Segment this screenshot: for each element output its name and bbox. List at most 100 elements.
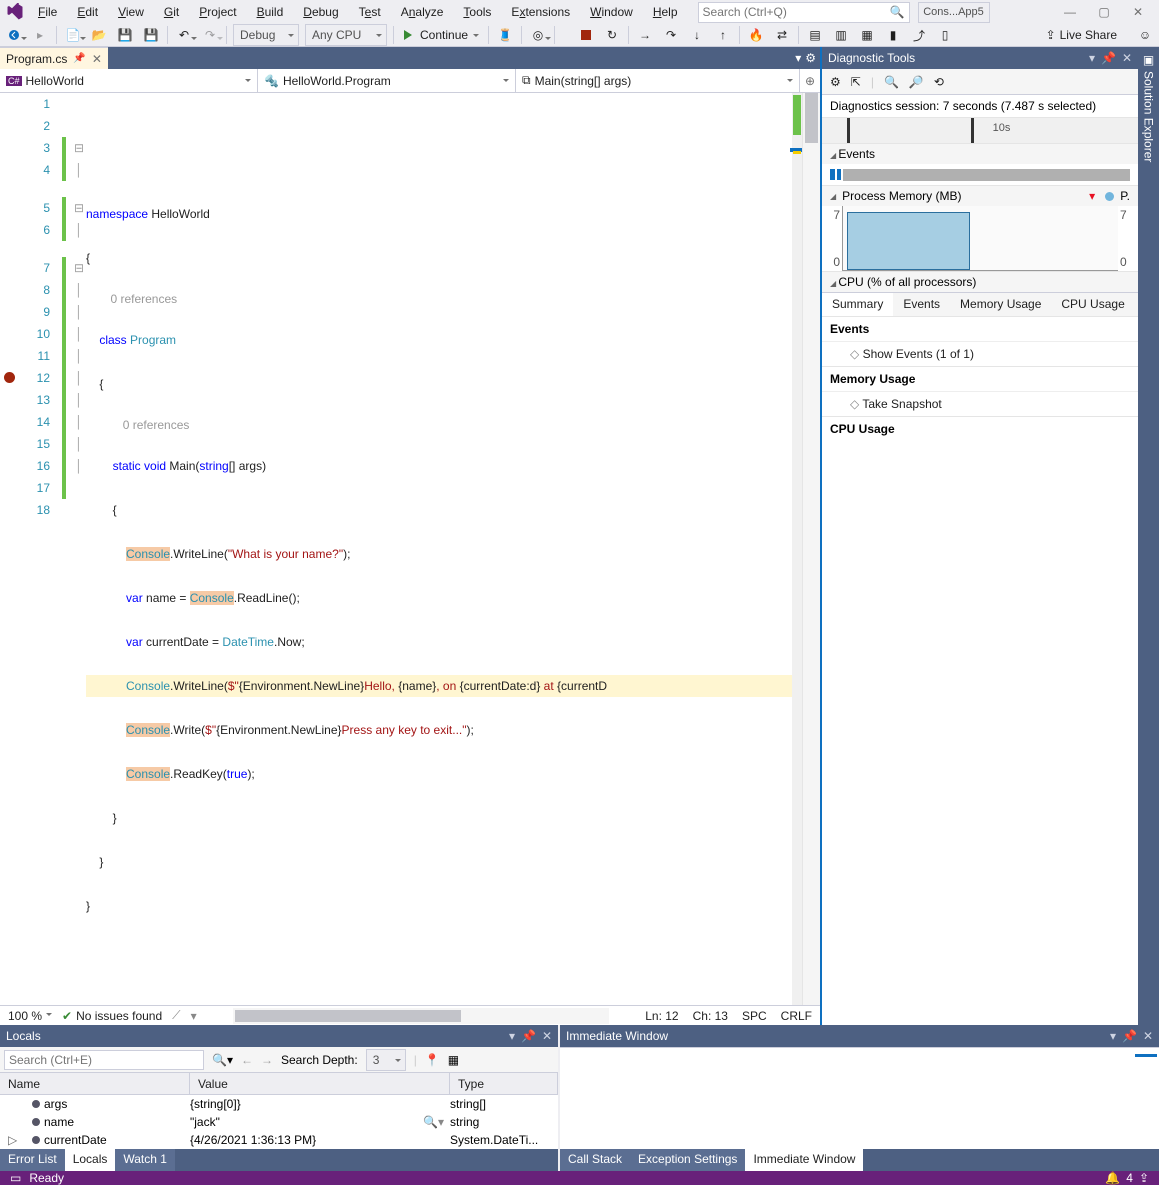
col-name[interactable]: Name (0, 1073, 190, 1094)
menu-project[interactable]: Project (191, 1, 244, 23)
solution-name-button[interactable]: Cons...App5 (918, 2, 990, 23)
outlining-margin[interactable]: ⊟│⊟│⊟│││││││││ (72, 93, 86, 1005)
locals-row[interactable]: args{string[0]}string[] (0, 1095, 558, 1113)
split-editor-button[interactable]: ⊕ (800, 69, 820, 92)
editor-hscrollbar[interactable] (233, 1008, 610, 1024)
search-box[interactable]: 🔍 (698, 2, 910, 23)
publish-icon[interactable]: ⇪ (1139, 1171, 1149, 1185)
tab-exception-settings[interactable]: Exception Settings (630, 1149, 745, 1171)
config-combo[interactable]: Debug (233, 24, 299, 46)
close-tab-icon[interactable]: ✕ (92, 52, 102, 66)
tab-immediate-window[interactable]: Immediate Window (745, 1149, 863, 1171)
code-editor[interactable]: 123456789101112131415161718 ⊟│⊟│⊟│││││││… (0, 93, 820, 1005)
expand-icon[interactable]: ▷ (8, 1133, 17, 1147)
prev-button[interactable]: ← (241, 1053, 253, 1067)
pin-icon[interactable]: 📌 (73, 53, 85, 64)
search-icon[interactable]: 🔍 (890, 5, 905, 19)
close-panel-icon[interactable]: ✕ (1122, 51, 1132, 65)
tab-locals[interactable]: Locals (65, 1149, 116, 1171)
pin-column-icon[interactable]: 📍 (425, 1053, 440, 1067)
undo-button[interactable]: ↶ (174, 25, 194, 45)
thread-button[interactable]: 🧵 (495, 25, 515, 45)
reset-zoom-icon[interactable]: ⟲ (934, 75, 944, 89)
menu-window[interactable]: Window (582, 1, 641, 23)
nav-class-combo[interactable]: 🔩HelloWorld.Program (258, 69, 516, 92)
open-button[interactable]: 📂 (89, 25, 109, 45)
locals-search-input[interactable] (4, 1050, 204, 1070)
minimize-button[interactable]: — (1053, 0, 1087, 24)
menu-extensions[interactable]: Extensions (503, 1, 578, 23)
subtab-events[interactable]: Events (893, 293, 950, 316)
menu-build[interactable]: Build (249, 1, 292, 23)
zoom-out-icon[interactable]: 🔎 (909, 75, 924, 89)
tab-scroll-dropdown[interactable]: ▾ (795, 51, 801, 65)
step-into-button[interactable]: ↓ (687, 25, 707, 45)
panel-dropdown-icon[interactable]: ▾ (1089, 51, 1095, 65)
save-button[interactable]: 💾 (115, 25, 135, 45)
depth-combo[interactable]: 3 (366, 1049, 406, 1071)
pin-panel-icon[interactable]: 📌 (1101, 51, 1116, 65)
feedback-button[interactable]: ☺ (1135, 25, 1155, 45)
redo-button[interactable]: ↷ (200, 25, 220, 45)
tab-programcs-active[interactable]: Program.cs 📌 ✕ (0, 47, 108, 69)
menu-edit[interactable]: Edit (69, 1, 106, 23)
visualizer-icon[interactable]: 🔍▾ (423, 1115, 444, 1129)
panel-dropdown-icon[interactable]: ▾ (1110, 1029, 1116, 1043)
pause-button[interactable] (561, 30, 570, 40)
locals-grid[interactable]: args{string[0]}string[]name"jack" 🔍▾stri… (0, 1095, 558, 1149)
toolbox-button[interactable]: ▦ (857, 25, 877, 45)
object-browser-button[interactable]: ▥ (831, 25, 851, 45)
stop-button[interactable] (576, 25, 596, 45)
subtab-memory[interactable]: Memory Usage (950, 293, 1051, 316)
subtab-cpu[interactable]: CPU Usage (1051, 293, 1134, 316)
exit-button[interactable]: ▯ (935, 25, 955, 45)
restore-button[interactable]: ▢ (1087, 0, 1121, 24)
panel-dropdown-icon[interactable]: ▾ (509, 1029, 515, 1043)
platform-combo[interactable]: Any CPU (305, 24, 387, 46)
close-window-button[interactable]: ✕ (1121, 0, 1155, 24)
show-events-link[interactable]: Show Events (1 of 1) (822, 341, 1138, 366)
events-header[interactable]: Events (822, 144, 1138, 164)
take-snapshot-link[interactable]: Take Snapshot (822, 391, 1138, 416)
subtab-summary[interactable]: Summary (822, 293, 893, 316)
notifications-icon[interactable]: 🔔 (1105, 1171, 1120, 1185)
process-memory-header[interactable]: Process Memory (MB) ▾ P. (822, 186, 1138, 206)
bookmark-button[interactable]: ▮ (883, 25, 903, 45)
menu-test[interactable]: Test (351, 1, 389, 23)
col-value[interactable]: Value (190, 1073, 450, 1094)
class-view-button[interactable]: ▤ (805, 25, 825, 45)
target-button[interactable]: ◎ (528, 25, 548, 45)
tab-error-list[interactable]: Error List (0, 1149, 65, 1171)
slider-icon[interactable]: ⟋ (172, 1008, 180, 1023)
pin-panel-icon[interactable]: 📌 (1122, 1029, 1137, 1043)
hot-reload-button[interactable]: 🔥 (746, 25, 766, 45)
nav-project-combo[interactable]: C#HelloWorld (0, 69, 258, 92)
step-out-button[interactable]: ↑ (713, 25, 733, 45)
timeline-ruler[interactable]: 10s (822, 118, 1138, 144)
nav-fwd-button[interactable]: ▸ (30, 25, 50, 45)
restart-button[interactable]: ↻ (602, 25, 622, 45)
pin-panel-icon[interactable]: 📌 (521, 1029, 536, 1043)
tab-preview-button[interactable]: ⚙ (805, 51, 816, 65)
step-into-arrow-icon[interactable]: → (635, 25, 655, 45)
immediate-body[interactable] (560, 1047, 1159, 1149)
locals-row[interactable]: ▷currentDate{4/26/2021 1:36:13 PM}System… (0, 1131, 558, 1149)
search-icon[interactable]: 🔍▾ (212, 1053, 233, 1067)
locals-row[interactable]: name"jack" 🔍▾string (0, 1113, 558, 1131)
view-options-icon[interactable]: ▦ (448, 1053, 459, 1067)
cpu-header[interactable]: CPU (% of all processors) (822, 272, 1138, 292)
next-button[interactable]: → (261, 1053, 273, 1067)
save-all-button[interactable]: 💾 (141, 25, 161, 45)
indent-mode[interactable]: SPC (742, 1009, 767, 1023)
overview-ruler[interactable] (792, 93, 802, 1005)
menu-tools[interactable]: Tools (455, 1, 499, 23)
menu-view[interactable]: View (110, 1, 152, 23)
col-type[interactable]: Type (450, 1073, 558, 1094)
nav-member-combo[interactable]: ⧉Main(string[] args) (516, 69, 800, 92)
zoom-combo[interactable]: 100 % (8, 1009, 52, 1023)
continue-button[interactable]: Continue (400, 24, 482, 46)
nav-back-button[interactable] (4, 25, 24, 45)
menu-git[interactable]: Git (156, 1, 187, 23)
tab-watch1[interactable]: Watch 1 (115, 1149, 175, 1171)
search-input[interactable] (703, 5, 890, 19)
